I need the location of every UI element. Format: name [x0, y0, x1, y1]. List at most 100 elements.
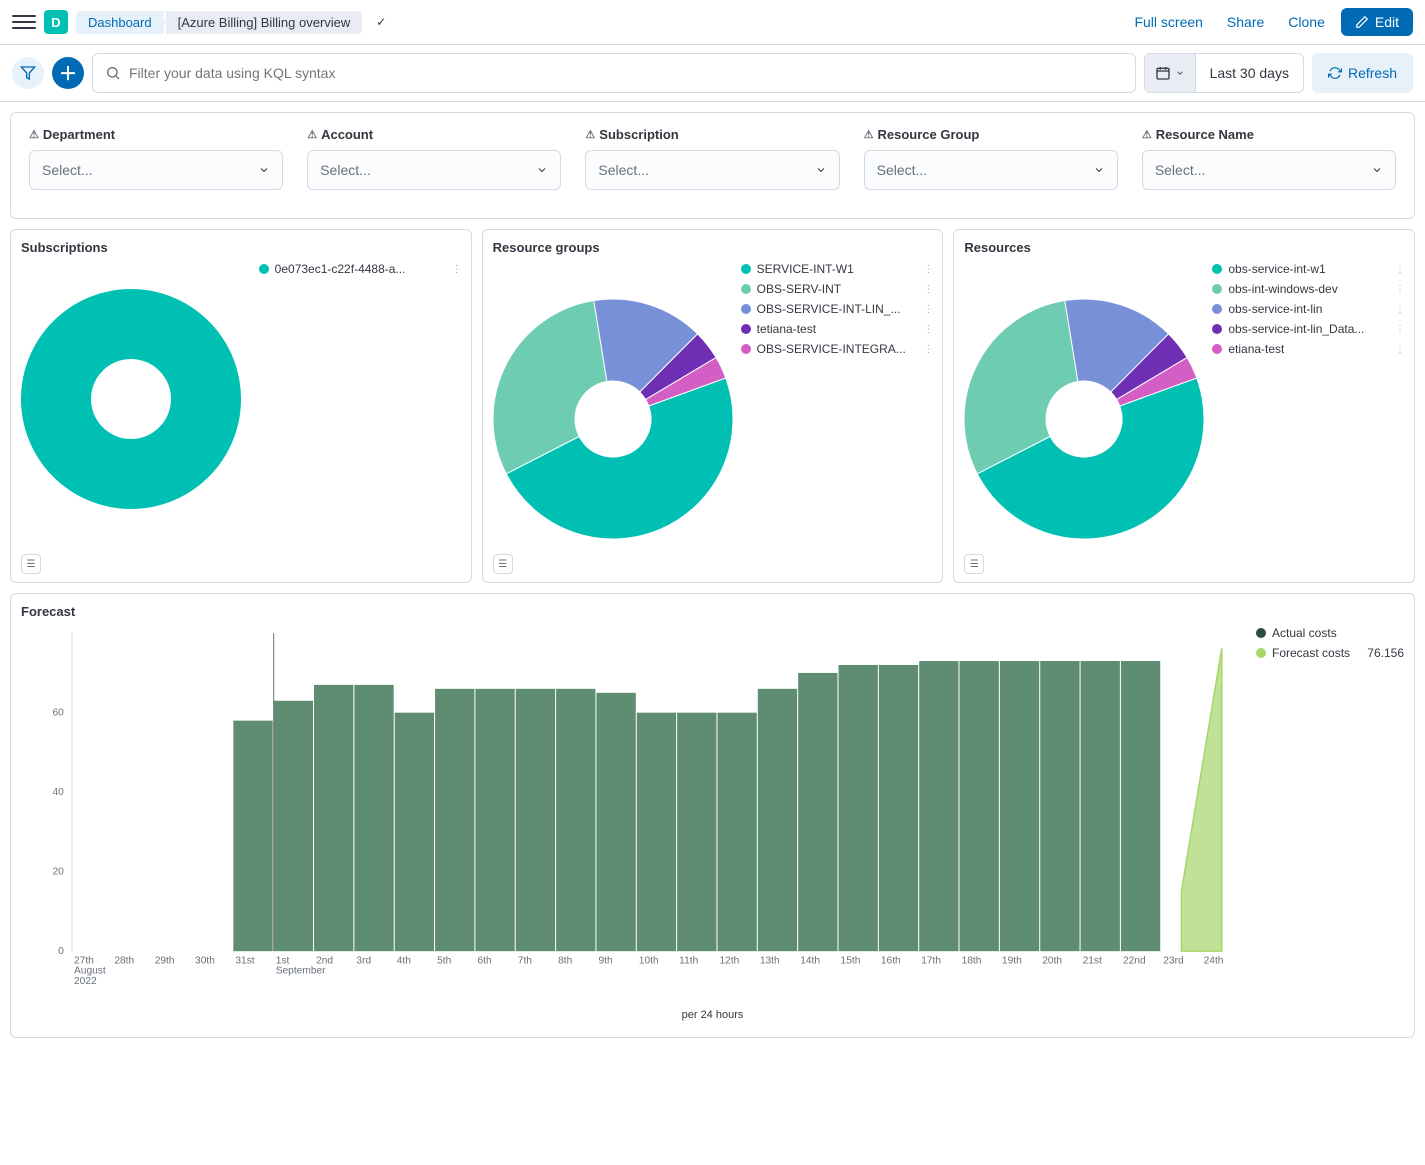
legend-label: tetiana-test	[757, 322, 816, 336]
legend-item[interactable]: OBS-SERV-INT ⋮	[741, 279, 933, 299]
filter-select-placeholder: Select...	[877, 162, 928, 178]
legend-swatch-actual	[1256, 628, 1266, 638]
refresh-button[interactable]: Refresh	[1312, 53, 1413, 93]
bar-actual[interactable]	[1121, 661, 1160, 951]
legend-item[interactable]: obs-service-int-lin ⋮	[1212, 299, 1404, 319]
share-link[interactable]: Share	[1219, 10, 1272, 34]
legend-item[interactable]: obs-int-windows-dev ⋮	[1212, 279, 1404, 299]
bar-actual[interactable]	[758, 689, 797, 951]
legend-item[interactable]: OBS-SERVICE-INT-LIN_... ⋮	[741, 299, 933, 319]
bar-actual[interactable]	[354, 685, 393, 951]
x-tick: 18th	[962, 955, 982, 966]
filter-toggle-button[interactable]	[12, 57, 44, 89]
table-view-icon[interactable]: ☰	[21, 554, 41, 574]
legend-more-icon[interactable]: ⋮	[1391, 344, 1404, 355]
x-sublabel: 2022	[74, 976, 97, 987]
x-tick: 17th	[921, 955, 941, 966]
kql-input[interactable]	[129, 65, 1123, 81]
donut-slice[interactable]	[964, 301, 1078, 474]
legend-more-icon[interactable]: ⋮	[919, 304, 932, 315]
bar-actual[interactable]	[596, 693, 635, 951]
bar-actual[interactable]	[637, 713, 676, 951]
legend-item[interactable]: tetiana-test ⋮	[741, 319, 933, 339]
legend-swatch	[1212, 324, 1222, 334]
forecast-area[interactable]	[1181, 648, 1221, 951]
legend-swatch	[1212, 344, 1222, 354]
legend-item[interactable]: 0e073ec1-c22f-4488-a... ⋮	[259, 259, 461, 279]
refresh-button-label: Refresh	[1348, 65, 1397, 81]
table-view-icon[interactable]: ☰	[964, 554, 984, 574]
legend-label: obs-service-int-w1	[1228, 262, 1325, 276]
bar-actual[interactable]	[475, 689, 514, 951]
bar-actual[interactable]	[1081, 661, 1120, 951]
legend-more-icon[interactable]: ⋮	[448, 264, 461, 275]
bar-actual[interactable]	[798, 673, 837, 951]
kql-search[interactable]	[92, 53, 1136, 93]
date-picker[interactable]: Last 30 days	[1144, 53, 1304, 93]
legend-label: 0e073ec1-c22f-4488-a...	[275, 262, 406, 276]
add-filter-button[interactable]: ＋	[52, 57, 84, 89]
legend-swatch	[741, 344, 751, 354]
filter-icon	[20, 65, 36, 81]
legend-swatch	[1212, 264, 1222, 274]
bar-actual[interactable]	[717, 713, 756, 951]
legend-item[interactable]: obs-service-int-lin_Data... ⋮	[1212, 319, 1404, 339]
legend-swatch-forecast	[1256, 648, 1266, 658]
legend-more-icon[interactable]: ⋮	[1391, 324, 1404, 335]
legend-item[interactable]: SERVICE-INT-W1 ⋮	[741, 259, 933, 279]
legend-label: SERVICE-INT-W1	[757, 262, 854, 276]
legend-value-forecast: 76.156	[1367, 646, 1404, 660]
legend-more-icon[interactable]: ⋮	[1391, 264, 1404, 275]
bar-actual[interactable]	[1040, 661, 1079, 951]
bar-actual[interactable]	[919, 661, 958, 951]
app-logo[interactable]: D	[44, 10, 68, 34]
x-tick: 4th	[397, 955, 411, 966]
legend-label-forecast[interactable]: Forecast costs	[1272, 646, 1350, 660]
x-tick: 19th	[1002, 955, 1022, 966]
donut-slice[interactable]	[493, 301, 607, 474]
legend-more-icon[interactable]: ⋮	[919, 284, 932, 295]
legend-more-icon[interactable]: ⋮	[919, 264, 932, 275]
bar-actual[interactable]	[314, 685, 353, 951]
bar-actual[interactable]	[233, 721, 272, 952]
legend-item[interactable]: obs-service-int-w1 ⋮	[1212, 259, 1404, 279]
search-icon	[105, 65, 121, 81]
filter-label-4: Resource Name	[1142, 127, 1396, 142]
filter-select-placeholder: Select...	[42, 162, 93, 178]
filter-select-1[interactable]: Select...	[307, 150, 561, 190]
bar-actual[interactable]	[677, 713, 716, 951]
x-tick: 2nd	[316, 955, 333, 966]
edit-button[interactable]: Edit	[1341, 8, 1413, 36]
legend-more-icon[interactable]: ⋮	[919, 344, 932, 355]
bar-actual[interactable]	[556, 689, 595, 951]
legend-more-icon[interactable]: ⋮	[919, 324, 932, 335]
bar-actual[interactable]	[395, 713, 434, 951]
donut-slice[interactable]	[56, 324, 206, 474]
menu-icon[interactable]	[12, 10, 36, 34]
legend-item[interactable]: etiana-test ⋮	[1212, 339, 1404, 359]
filter-select-0[interactable]: Select...	[29, 150, 283, 190]
bar-actual[interactable]	[435, 689, 474, 951]
x-tick: 30th	[195, 955, 215, 966]
clone-link[interactable]: Clone	[1280, 10, 1333, 34]
legend-more-icon[interactable]: ⋮	[1391, 304, 1404, 315]
legend-label-actual[interactable]: Actual costs	[1272, 626, 1337, 640]
bar-actual[interactable]	[960, 661, 999, 951]
x-tick: 12th	[720, 955, 740, 966]
legend-more-icon[interactable]: ⋮	[1391, 284, 1404, 295]
legend-item[interactable]: OBS-SERVICE-INTEGRA... ⋮	[741, 339, 933, 359]
bar-actual[interactable]	[879, 665, 918, 951]
breadcrumb-root[interactable]: Dashboard	[76, 11, 164, 34]
bar-actual[interactable]	[516, 689, 555, 951]
x-tick: 8th	[558, 955, 572, 966]
y-tick: 40	[52, 787, 64, 798]
bar-actual[interactable]	[1000, 661, 1039, 951]
bar-actual[interactable]	[274, 701, 313, 951]
filter-select-3[interactable]: Select...	[864, 150, 1118, 190]
filter-select-2[interactable]: Select...	[585, 150, 839, 190]
panel-title: Subscriptions	[21, 240, 461, 255]
filter-select-4[interactable]: Select...	[1142, 150, 1396, 190]
bar-actual[interactable]	[839, 665, 878, 951]
table-view-icon[interactable]: ☰	[493, 554, 513, 574]
fullscreen-link[interactable]: Full screen	[1126, 10, 1210, 34]
